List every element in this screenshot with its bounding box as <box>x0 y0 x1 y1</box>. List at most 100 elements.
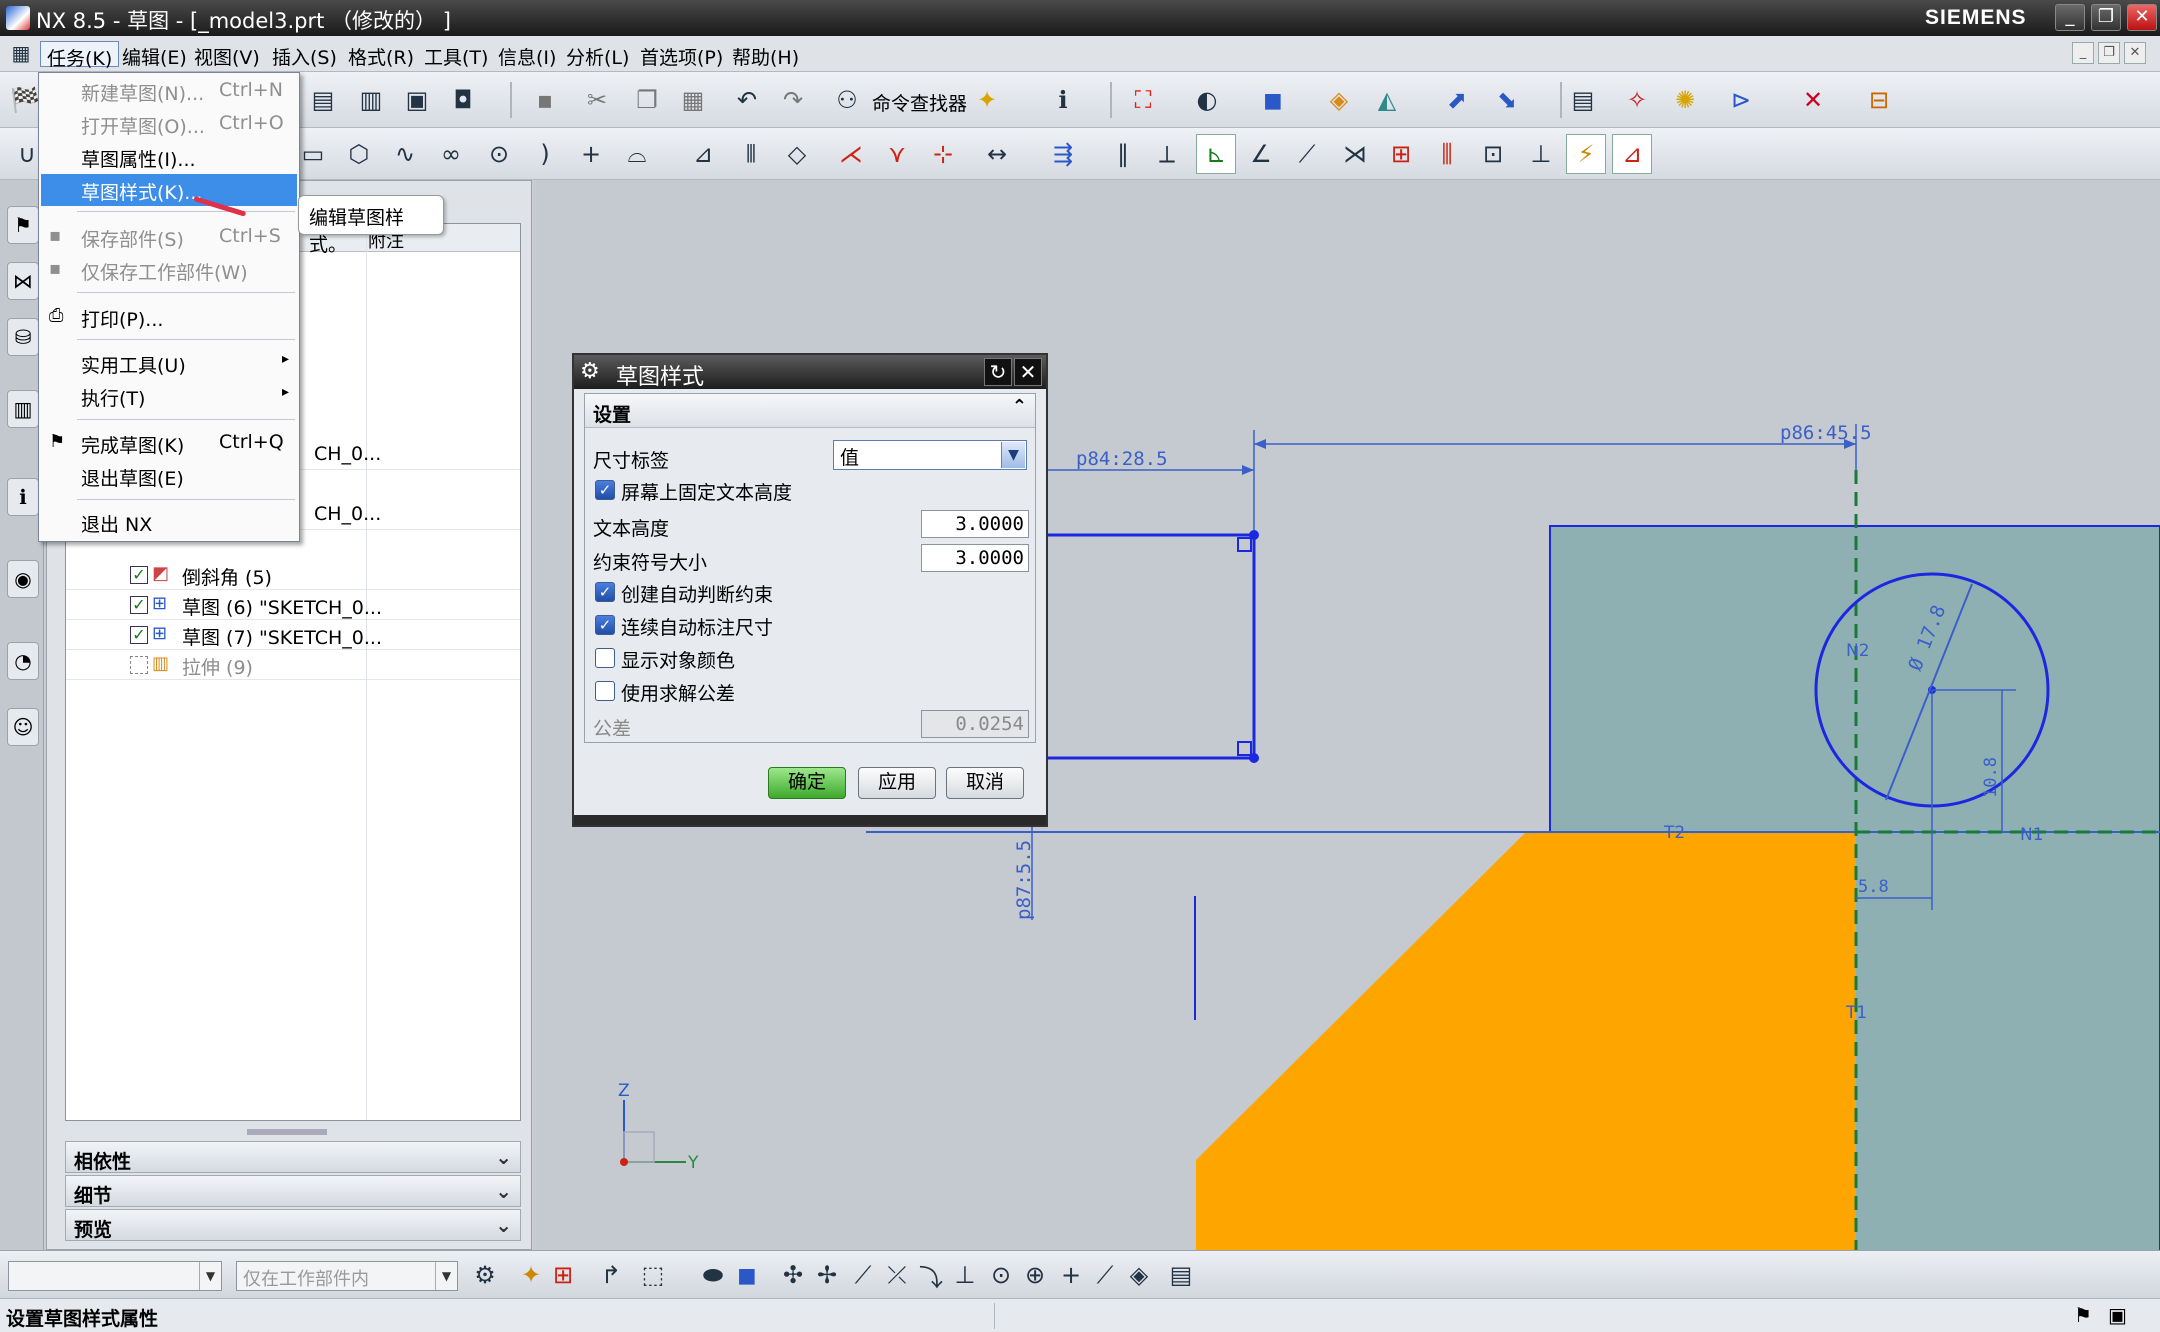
constraint-navigator-icon[interactable]: ⋈ <box>7 262 39 300</box>
command-finder-label[interactable]: 命令查找器 <box>872 89 967 116</box>
menu-item-sketch-style[interactable]: 草图样式(K)... <box>41 174 297 206</box>
select-all-icon[interactable]: ⊞ <box>546 1258 580 1292</box>
ellipse-pattern-icon[interactable]: ∞ <box>434 137 468 171</box>
rectangle-icon[interactable]: ▭ <box>296 137 330 171</box>
list-item[interactable]: ✓ ⊞ 草图 (6) "SKETCH_0... <box>66 590 520 620</box>
scope-select[interactable]: 仅在工作部件内 ▼ <box>236 1261 458 1291</box>
solid-select-icon[interactable]: ◼ <box>730 1258 764 1292</box>
flag-icon[interactable]: ⚑ <box>2074 1303 2092 1327</box>
cut-icon[interactable]: ✂ <box>580 83 614 117</box>
binoculars-icon[interactable]: ⚇ <box>830 83 864 117</box>
dim-text-p86[interactable]: p86:45.5 <box>1780 422 1872 444</box>
minimize-button[interactable]: _ <box>2055 4 2085 31</box>
gear-icon[interactable]: ⚙ <box>580 359 606 385</box>
circle-icon[interactable]: ⊙ <box>482 137 516 171</box>
snap-intersection-icon[interactable]: ⤫ <box>880 1258 914 1292</box>
snap-center-icon[interactable]: ⊙ <box>984 1258 1018 1292</box>
mdi-minimize-button[interactable]: _ <box>2072 42 2094 64</box>
apply-button[interactable]: 应用 <box>858 767 936 799</box>
parallel-icon[interactable]: ∥ <box>1106 137 1140 171</box>
snap-arc-center-icon[interactable]: ⤵ <box>914 1258 948 1292</box>
magic-wand-icon[interactable]: ✦ <box>970 83 1004 117</box>
menu-item-sketch-properties[interactable]: 草图属性(I)... <box>41 141 297 173</box>
preview-section[interactable]: 预览 ⌄ <box>65 1209 521 1241</box>
quick-extend-icon[interactable]: ⋎ <box>880 137 914 171</box>
roles-icon[interactable]: ☺ <box>7 708 39 746</box>
web-browser-icon[interactable]: ◉ <box>7 560 39 598</box>
polygon-icon[interactable]: ⬡ <box>342 137 376 171</box>
menu-insert[interactable]: 插入(S) <box>266 41 343 69</box>
menu-item-save-part[interactable]: ▪ 保存部件(S) Ctrl+S <box>41 221 297 253</box>
remove-constraint-icon[interactable]: ⊞ <box>1384 137 1418 171</box>
snap-on-curve-icon[interactable]: ⟋ <box>1088 1258 1122 1292</box>
restore-button[interactable]: ❐ <box>2091 4 2121 31</box>
angle-dim-icon[interactable]: ∠ <box>1244 137 1278 171</box>
rectangle-select-icon[interactable]: ⬚ <box>636 1258 670 1292</box>
select-filter-icon[interactable]: ⊳ <box>1724 83 1758 117</box>
point-icon[interactable]: + <box>574 137 608 171</box>
menu-info[interactable]: 信息(I) <box>492 41 562 69</box>
menu-item-open-sketch[interactable]: 打开草图(O)... Ctrl+O <box>41 108 297 140</box>
offset-curve-icon[interactable]: ⫴ <box>734 137 768 171</box>
collapse-icon[interactable]: ⌃ <box>1012 396 1027 417</box>
body-select-icon[interactable]: ⬬ <box>696 1258 730 1292</box>
general-selection-icon[interactable]: ⚙ <box>468 1258 502 1292</box>
close-dialog-icon[interactable]: ✕ <box>1014 358 1042 386</box>
continuous-dim-icon[interactable]: ⊿ <box>1612 134 1652 174</box>
slope-icon[interactable]: ⟋ <box>1290 137 1324 171</box>
mdi-restore-button[interactable]: ❐ <box>2098 42 2120 64</box>
part-navigator-icon[interactable]: ▤ <box>1566 83 1600 117</box>
select-feature-icon[interactable]: ✦ <box>514 1258 548 1292</box>
visibility-checkbox[interactable]: ✓ <box>130 596 148 614</box>
reset-icon[interactable]: ↻ <box>984 358 1012 386</box>
menu-item-new-sketch[interactable]: 新建草图(N)... Ctrl+N <box>41 75 297 107</box>
type-filter-select[interactable]: ▼ <box>8 1261 222 1291</box>
close-window-button[interactable]: ✕ <box>2127 4 2157 31</box>
fillet-icon[interactable]: ⌓ <box>620 137 654 171</box>
auto-constrain-icon[interactable]: ⊾ <box>1196 134 1236 174</box>
snap-list-icon[interactable]: ▤ <box>1164 1258 1198 1292</box>
fit-view-icon[interactable]: ⛶ <box>1126 83 1160 117</box>
part-navigator-icon[interactable]: ⛁ <box>7 318 39 356</box>
visibility-checkbox[interactable]: ✓ <box>130 626 148 644</box>
menu-preferences[interactable]: 首选项(P) <box>634 41 729 69</box>
create-inferred-icon[interactable]: ⚡ <box>1566 134 1606 174</box>
pattern-curve-icon[interactable]: ◇ <box>780 137 814 171</box>
copy-icon[interactable]: ❐ <box>630 83 664 117</box>
perpendicular-icon[interactable]: ⟂ <box>1150 137 1184 171</box>
snap-midpoint-icon[interactable]: ✢ <box>810 1258 844 1292</box>
snap-existing-point-icon[interactable]: + <box>1054 1258 1088 1292</box>
splitter-handle[interactable] <box>247 1129 327 1135</box>
finish-sketch-icon[interactable]: 🏁 <box>8 83 42 117</box>
menu-item-save-work-part[interactable]: ▪ 仅保存工作部件(W) <box>41 254 297 286</box>
menu-help[interactable]: 帮助(H) <box>726 41 805 69</box>
wcs-icon[interactable]: ⬊ <box>1490 83 1524 117</box>
show-constraints-icon[interactable]: ⋊ <box>1338 137 1372 171</box>
shaded-cube-icon[interactable]: ◼ <box>1256 83 1290 117</box>
arc-icon[interactable]: ) <box>528 137 562 171</box>
convert-reference-icon[interactable]: ⫼ <box>1430 137 1464 171</box>
open-part-icon[interactable]: ▥ <box>354 83 388 117</box>
full-screen-icon[interactable]: ▣ <box>2108 1303 2127 1327</box>
undo-icon[interactable]: ↶ <box>730 83 764 117</box>
history-icon[interactable]: ◔ <box>7 642 39 680</box>
layer-icon[interactable]: ◈ <box>1322 83 1356 117</box>
dim-label-select[interactable]: 值 ▼ <box>833 440 1027 470</box>
menu-item-print[interactable]: ⎙ 打印(P)... <box>41 301 297 333</box>
alternate-solution-icon[interactable]: ⊡ <box>1476 137 1510 171</box>
details-section[interactable]: 细节 ⌄ <box>65 1175 521 1207</box>
view-orient-icon[interactable]: ◭ <box>1370 83 1404 117</box>
studio-spline-icon[interactable]: ∿ <box>388 137 422 171</box>
dim-text-p84[interactable]: p84:28.5 <box>1076 448 1168 470</box>
menu-tools[interactable]: 工具(T) <box>418 41 494 69</box>
assembly-navigator-icon[interactable]: ⚑ <box>7 206 39 244</box>
geometric-constraint-icon[interactable]: ⇶ <box>1046 137 1080 171</box>
dependencies-section[interactable]: 相依性 ⌄ <box>65 1141 521 1173</box>
menu-task[interactable]: 任务(K) <box>40 41 120 70</box>
list-item[interactable]: ◇ ▥ 拉伸 (9) <box>66 650 520 680</box>
chamfer-icon[interactable]: ⊿ <box>686 137 720 171</box>
sketch-icon[interactable]: ▤ <box>306 83 340 117</box>
orient-view-icon[interactable]: ⬈ <box>1440 83 1474 117</box>
ok-button[interactable]: 确定 <box>768 767 846 799</box>
visibility-checkbox[interactable]: ✓ <box>130 566 148 584</box>
